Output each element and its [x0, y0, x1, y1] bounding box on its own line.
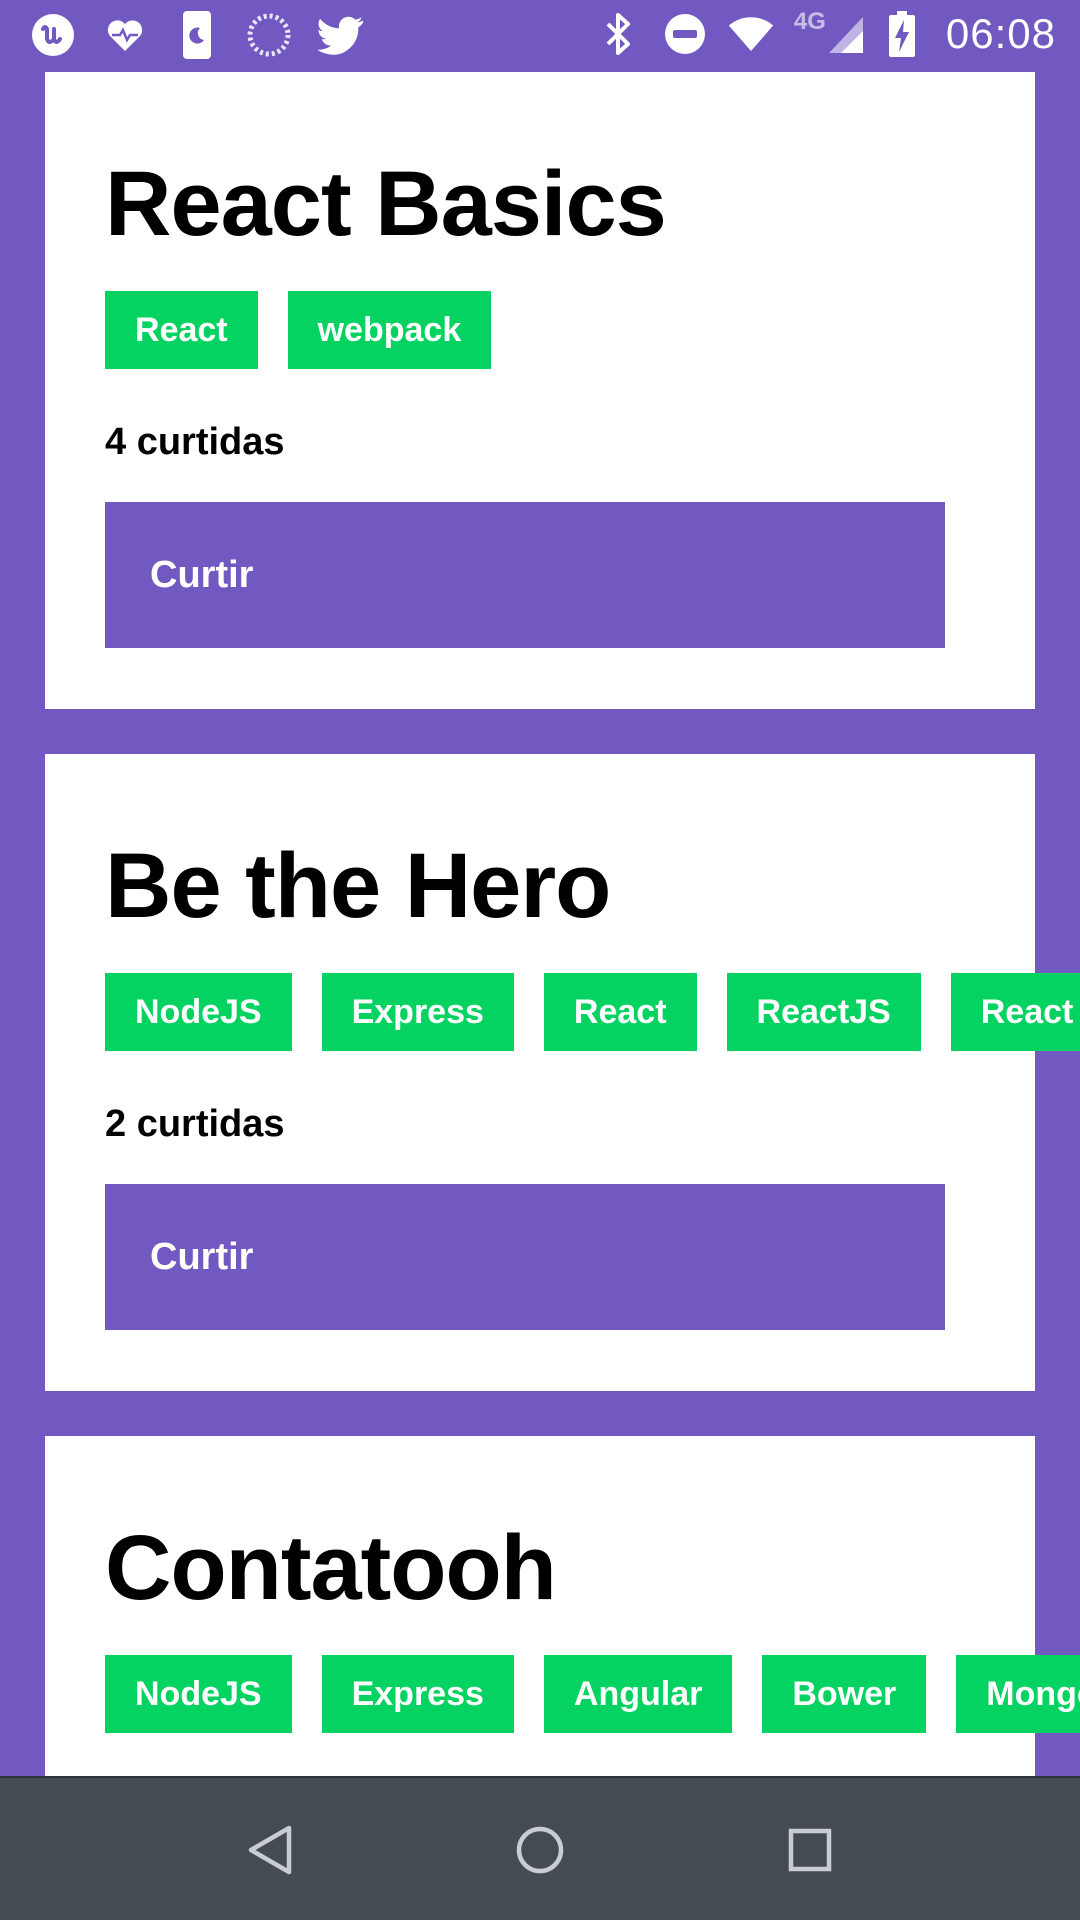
- status-bar: 4G 06:08: [0, 0, 1080, 72]
- twitter-icon: [318, 10, 364, 60]
- tech-tag: Mongo: [956, 1655, 1080, 1733]
- repository-card: React Basics React webpack 4 curtidas Cu…: [45, 72, 1035, 709]
- tech-tag: React: [543, 973, 697, 1051]
- tech-tag: NodeJS: [105, 973, 292, 1051]
- likes-count: 2 curtidas: [105, 1103, 285, 1145]
- tech-tag: Bower: [762, 1655, 927, 1733]
- like-button[interactable]: Curtir: [105, 502, 945, 648]
- bluetooth-icon: [596, 9, 642, 59]
- navigation-bar: [0, 1776, 1080, 1920]
- back-triangle-icon[interactable]: [235, 1815, 305, 1885]
- tech-tag: React N: [950, 973, 1080, 1051]
- tech-list: NodeJS Express React ReactJS React N: [105, 973, 1080, 1051]
- repository-title: Contatooh: [105, 1517, 557, 1619]
- system-icons: 4G 06:08: [596, 8, 1056, 60]
- tech-tag: ReactJS: [726, 973, 921, 1051]
- tech-tag: Express: [321, 973, 514, 1051]
- tech-tag: Express: [321, 1655, 514, 1733]
- notification-icons: [30, 10, 364, 60]
- tech-tag: NodeJS: [105, 1655, 292, 1733]
- tech-list: React webpack: [105, 291, 492, 369]
- phone-moon-icon: [174, 10, 220, 60]
- repository-title: React Basics: [105, 153, 667, 255]
- app-u-icon: [30, 10, 76, 60]
- repository-card: Be the Hero NodeJS Express React ReactJS…: [45, 754, 1080, 1391]
- repository-title: Be the Hero: [105, 835, 611, 937]
- tech-tag: webpack: [287, 291, 492, 369]
- tech-tag: React: [105, 291, 258, 369]
- home-circle-icon[interactable]: [505, 1815, 575, 1885]
- repository-list[interactable]: React Basics React webpack 4 curtidas Cu…: [0, 72, 1080, 1776]
- network-type-label: 4G: [793, 8, 826, 35]
- recents-square-icon[interactable]: [775, 1815, 845, 1885]
- likes-count: 4 curtidas: [105, 421, 285, 463]
- heart-pulse-icon: [102, 10, 148, 60]
- wifi-icon: [728, 9, 774, 59]
- tech-tag: Angular: [543, 1655, 733, 1733]
- loading-circle-icon: [246, 10, 292, 60]
- battery-charging-icon: [886, 9, 918, 59]
- do-not-disturb-icon: [662, 9, 708, 59]
- repository-card: Contatooh NodeJS Express Angular Bower M…: [45, 1436, 1080, 1776]
- like-button[interactable]: Curtir: [105, 1184, 945, 1330]
- clock: 06:08: [945, 10, 1056, 57]
- cell-signal-icon: [826, 10, 866, 60]
- tech-list: NodeJS Express Angular Bower Mongo: [105, 1655, 1080, 1733]
